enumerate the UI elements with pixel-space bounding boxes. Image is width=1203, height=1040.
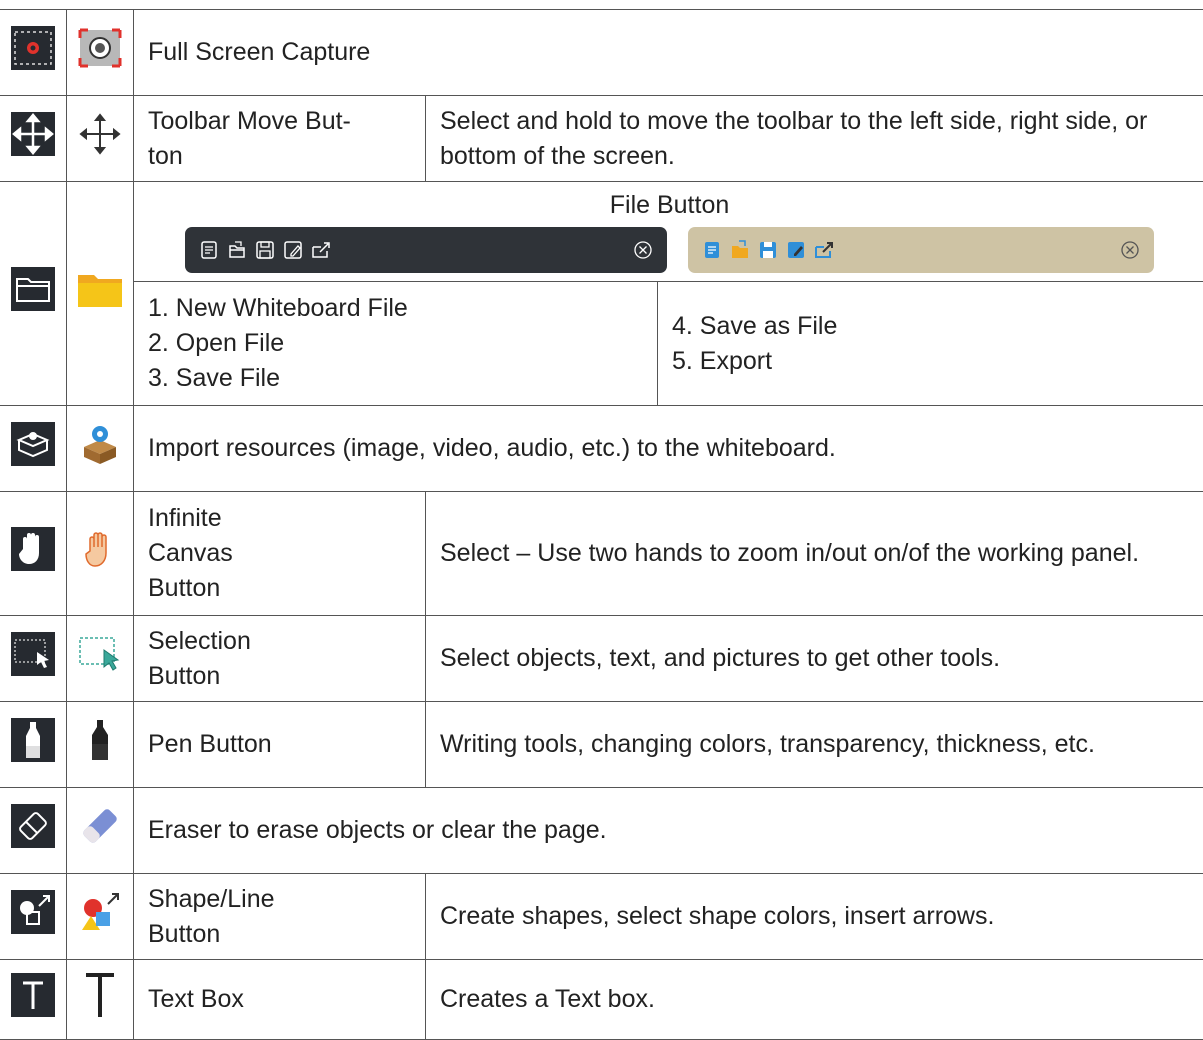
file-button-title: File Button (134, 185, 1203, 223)
icon-cell (0, 616, 67, 702)
icon-cell (67, 788, 134, 874)
icon-cell (0, 10, 67, 96)
file-button-cell: File Button (134, 182, 1203, 282)
screen-capture-color-icon (76, 24, 124, 82)
save-as-icon[interactable] (786, 240, 806, 260)
table-row: Selection Button Select objects, text, a… (0, 616, 1203, 702)
table-row: Eraser to erase objects or clear the pag… (0, 788, 1203, 874)
save-file-icon[interactable] (758, 240, 778, 260)
table-row: Text Box Creates a Text box. (0, 960, 1203, 1040)
table-row: Import resources (image, video, audio, e… (0, 406, 1203, 492)
file-list-left: 1. New Whiteboard File 2. Open File 3. S… (134, 282, 658, 406)
eraser-desc: Eraser to erase objects or clear the pag… (134, 788, 1203, 874)
list-item: 5. Export (672, 344, 1191, 379)
icon-cell (0, 182, 67, 406)
pen-color-icon (76, 716, 124, 774)
close-icon[interactable] (1120, 240, 1140, 260)
new-file-icon[interactable] (199, 240, 219, 260)
list-item: 4. Save as File (672, 309, 1191, 344)
export-icon[interactable] (311, 240, 331, 260)
move-light-icon (76, 110, 124, 168)
selection-desc: Select objects, text, and pictures to ge… (426, 616, 1203, 702)
close-icon[interactable] (633, 240, 653, 260)
hand-color-icon (76, 525, 124, 583)
icon-cell (0, 96, 67, 182)
infinite-canvas-name: Infinite Canvas Button (134, 492, 426, 616)
shape-dark-icon (9, 888, 57, 946)
icon-cell (0, 702, 67, 788)
icon-cell (67, 616, 134, 702)
icon-cell (0, 960, 67, 1040)
file-toolbar-dark (185, 227, 667, 273)
selection-dark-icon (9, 630, 57, 688)
shape-desc: Create shapes, select shape colors, inse… (426, 874, 1203, 960)
icon-cell (67, 10, 134, 96)
icon-cell (67, 960, 134, 1040)
table-row: Shape/Line Button Create shapes, select … (0, 874, 1203, 960)
table-row: Pen Button Writing tools, changing color… (0, 702, 1203, 788)
icon-cell (0, 492, 67, 616)
resource-box-color-icon (76, 420, 124, 478)
pen-desc: Writing tools, changing colors, transpar… (426, 702, 1203, 788)
open-file-icon[interactable] (730, 240, 750, 260)
shape-name: Shape/Line Button (134, 874, 426, 960)
infinite-canvas-desc: Select – Use two hands to zoom in/out on… (426, 492, 1203, 616)
table-row: Full Screen Capture (0, 10, 1203, 96)
open-file-icon[interactable] (227, 240, 247, 260)
export-icon[interactable] (814, 240, 834, 260)
move-dark-icon (9, 110, 57, 168)
icon-cell (0, 406, 67, 492)
pen-name: Pen Button (134, 702, 426, 788)
folder-dark-icon (9, 265, 57, 323)
icon-cell (67, 182, 134, 406)
text-box-desc: Creates a Text box. (426, 960, 1203, 1040)
folder-color-icon (74, 265, 126, 323)
icon-cell (67, 406, 134, 492)
import-desc: Import resources (image, video, audio, e… (134, 406, 1203, 492)
text-color-icon (76, 969, 124, 1031)
toolbar-move-desc: Select and hold to move the toolbar to t… (426, 96, 1203, 182)
resource-box-dark-icon (9, 420, 57, 478)
table-row: Infinite Canvas Button Select – Use two … (0, 492, 1203, 616)
list-item: 1. New Whiteboard File (148, 291, 643, 326)
selection-name: Selection Button (134, 616, 426, 702)
hand-dark-icon (9, 525, 57, 583)
toolbar-move-name: Toolbar Move But- ton (134, 96, 426, 182)
icon-cell (67, 492, 134, 616)
new-file-icon[interactable] (702, 240, 722, 260)
icon-cell (67, 702, 134, 788)
feature-table: Full Screen Capture Toolbar Move But- to… (0, 9, 1203, 1040)
text-dark-icon (9, 971, 57, 1029)
shape-color-icon (76, 888, 124, 946)
full-screen-desc: Full Screen Capture (134, 10, 1203, 96)
file-list-right: 4. Save as File 5. Export (658, 282, 1203, 406)
pen-dark-icon (9, 716, 57, 774)
eraser-dark-icon (9, 802, 57, 860)
screen-capture-dark-icon (9, 24, 57, 82)
text-box-name: Text Box (134, 960, 426, 1040)
icon-cell (0, 788, 67, 874)
list-item: 2. Open File (148, 326, 643, 361)
table-row: 1. New Whiteboard File 2. Open File 3. S… (0, 282, 1203, 406)
icon-cell (67, 96, 134, 182)
icon-cell (67, 874, 134, 960)
save-as-icon[interactable] (283, 240, 303, 260)
save-file-icon[interactable] (255, 240, 275, 260)
list-item: 3. Save File (148, 361, 643, 396)
table-row: Toolbar Move But- ton Select and hold to… (0, 96, 1203, 182)
icon-cell (0, 874, 67, 960)
file-toolbar-color (688, 227, 1154, 273)
selection-color-icon (76, 630, 124, 688)
eraser-color-icon (74, 802, 126, 860)
table-row: File Button (0, 182, 1203, 282)
